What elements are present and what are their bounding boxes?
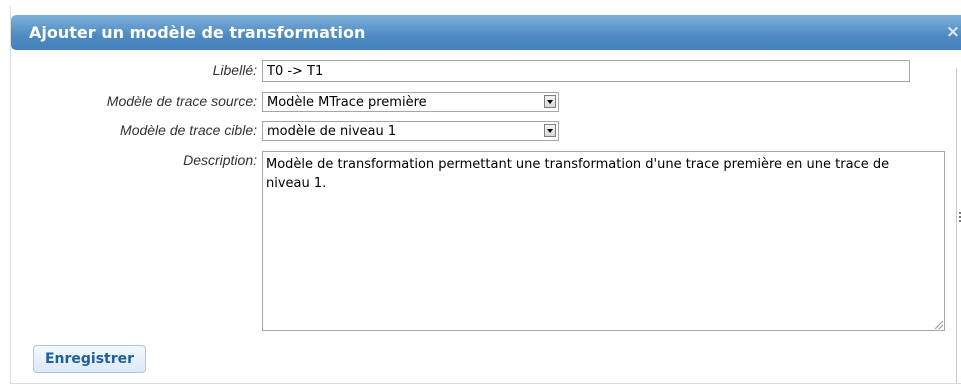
target-model-select[interactable]: modèle de niveau 1 [262, 121, 559, 141]
add-transformation-model-dialog: Ajouter un modèle de transformation × Li… [10, 6, 961, 384]
chevron-down-icon[interactable] [544, 95, 556, 108]
resize-grip-icon[interactable] [935, 321, 943, 329]
description-text: Modèle de transformation permettant une … [266, 157, 890, 191]
target-model-value: modèle de niveau 1 [267, 124, 397, 139]
source-model-value: Modèle MTrace première [267, 95, 427, 110]
libelle-input-value: T0 -> T1 [267, 64, 324, 79]
dialog-title: Ajouter un modèle de transformation [29, 23, 366, 42]
dialog-titlebar[interactable]: Ajouter un modèle de transformation × [11, 15, 961, 50]
libelle-input[interactable]: T0 -> T1 [262, 60, 910, 82]
source-model-label: Modèle de trace source: [106, 93, 257, 109]
target-model-label: Modèle de trace cible: [120, 122, 257, 138]
save-button[interactable]: Enregistrer [33, 345, 146, 373]
close-icon[interactable]: × [944, 15, 961, 50]
description-label: Description: [183, 152, 257, 168]
libelle-label: Libellé: [212, 62, 257, 78]
source-model-select[interactable]: Modèle MTrace première [262, 92, 559, 112]
scrollbar-track[interactable] [956, 68, 961, 383]
description-textarea[interactable]: Modèle de transformation permettant une … [262, 151, 945, 331]
chevron-down-icon[interactable] [544, 124, 556, 137]
